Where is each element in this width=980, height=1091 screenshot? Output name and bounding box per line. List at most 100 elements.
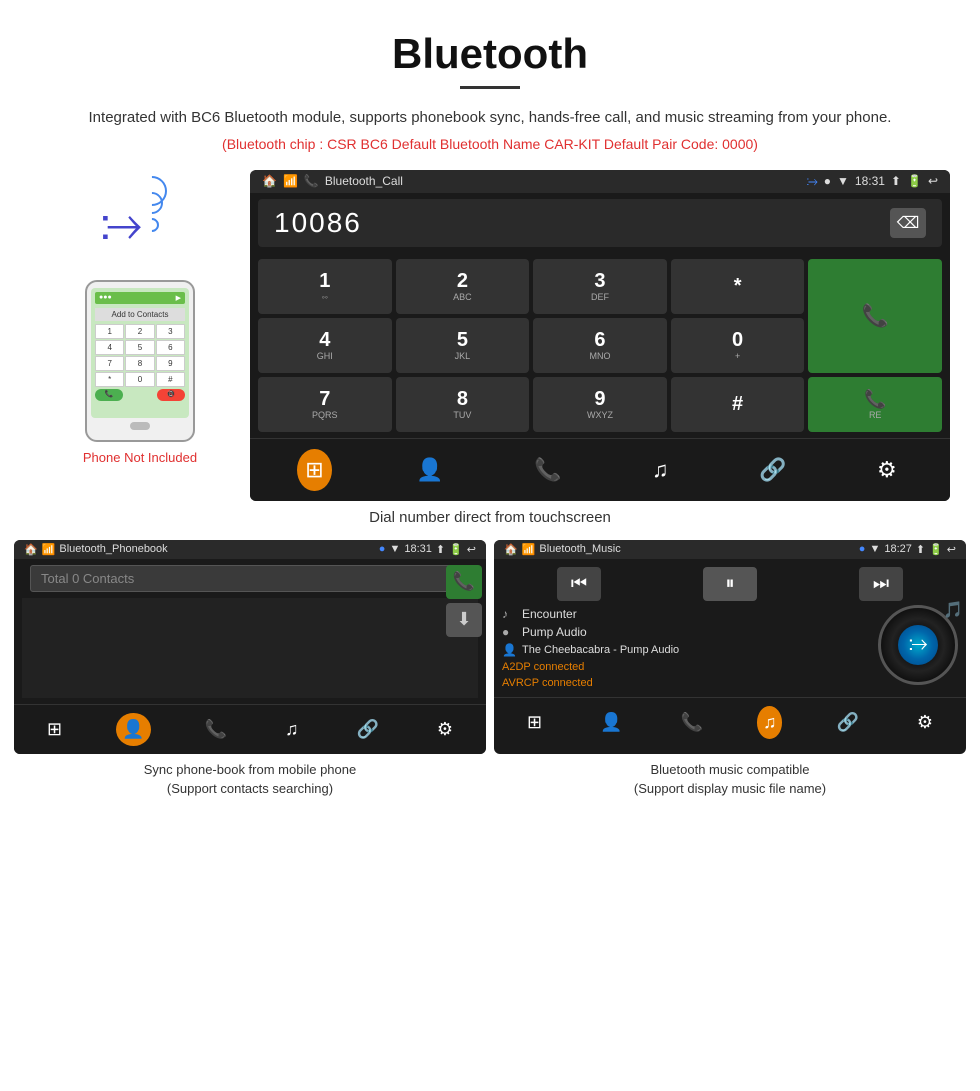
key-4[interactable]: 4GHI <box>258 318 392 373</box>
phone-key-2: 2 <box>125 324 154 339</box>
key-5[interactable]: 5JKL <box>396 318 530 373</box>
phone-dialpad: 1 2 3 4 5 6 7 8 9 * 0 # <box>95 324 185 387</box>
phonebook-settings-icon[interactable]: ⚙ <box>433 715 457 744</box>
music-music-icon[interactable]: ♫ <box>757 706 783 739</box>
next-button[interactable]: ⏭ <box>859 567 903 601</box>
music-statusbar-right: ● ▼ 18:27 ⬆ 🔋 ↩ <box>859 543 956 556</box>
key-hash[interactable]: # <box>671 377 805 432</box>
key-8[interactable]: 8TUV <box>396 377 530 432</box>
phonebook-call-btn[interactable]: 📞 <box>446 565 482 599</box>
music-link-icon[interactable]: 🔗 <box>832 708 862 737</box>
phonebook-statusbar-label: Bluetooth_Phonebook <box>59 543 167 555</box>
dial-statusbar: 🏠 📶 📞 Bluetooth_Call ⧴ ● ▼ 18:31 ⬆ 🔋 ↩ <box>250 170 950 193</box>
music-statusbar-left: 🏠 📶 Bluetooth_Music <box>504 543 621 556</box>
music-icon[interactable]: ♫ <box>646 451 675 489</box>
music-bt-icon: ● <box>859 543 866 555</box>
left-phone-area: ⧴ ●●●▶ Add to Contacts 1 2 3 4 5 <box>30 170 250 465</box>
key-6[interactable]: 6MNO <box>533 318 667 373</box>
phone-key-star: * <box>95 372 124 387</box>
redial-button[interactable]: 📞RE <box>808 377 942 432</box>
key-9[interactable]: 9WXYZ <box>533 377 667 432</box>
music-dialpad-icon[interactable]: ⊞ <box>523 708 546 737</box>
music-expand-icon: ⬆ <box>916 543 925 556</box>
key-1[interactable]: 1◦◦ <box>258 259 392 314</box>
wifi-icon: ▼ <box>837 174 849 188</box>
battery-icon: 🔋 <box>907 174 922 188</box>
music-panel-wrapper: 🏠 📶 Bluetooth_Music ● ▼ 18:27 ⬆ 🔋 ↩ ⏮ ⏸ … <box>494 540 966 799</box>
link-icon[interactable]: 🔗 <box>753 451 792 489</box>
phonebook-link-icon[interactable]: 🔗 <box>352 715 382 744</box>
key-0[interactable]: 0+ <box>671 318 805 373</box>
prev-button[interactable]: ⏮ <box>557 567 601 601</box>
phonebook-call-icon[interactable]: 📞 <box>201 715 231 744</box>
contacts-icon[interactable]: 👤 <box>410 451 449 489</box>
music-contacts-icon[interactable]: 👤 <box>596 708 626 737</box>
music-signal-icon2: ▼ <box>869 543 880 555</box>
music-info-area: ♪ Encounter ● Pump Audio 👤 The Cheebacab… <box>494 605 966 697</box>
music-time: 18:27 <box>884 543 912 555</box>
phone-end-key: 📵 <box>157 389 185 401</box>
call-log-icon[interactable]: 📞 <box>528 451 567 489</box>
phone-key-0: 0 <box>125 372 154 387</box>
phonebook-back-icon: ↩ <box>467 543 476 556</box>
key-3[interactable]: 3DEF <box>533 259 667 314</box>
music-album-icon: ● <box>502 625 516 639</box>
phonebook-signal-icon2: ▼ <box>389 543 400 555</box>
phonebook-statusbar-right: ● ▼ 18:31 ⬆ 🔋 ↩ <box>379 543 476 556</box>
vinyl-record: ⧴ 🎵 <box>878 605 958 685</box>
signal-wave-1 <box>142 215 162 235</box>
phone-key-8: 8 <box>125 356 154 371</box>
statusbar-left: 🏠 📶 📞 Bluetooth_Call <box>262 174 403 188</box>
vinyl-note-icon: 🎵 <box>943 600 963 620</box>
home-icon: 🏠 <box>262 174 277 188</box>
phonebook-statusbar-left: 🏠 📶 Bluetooth_Phonebook <box>24 543 168 556</box>
phone-screen: ●●●▶ Add to Contacts 1 2 3 4 5 6 7 8 9 *… <box>91 288 189 418</box>
bottom-panels: 🏠 📶 Bluetooth_Phonebook ● ▼ 18:31 ⬆ 🔋 ↩ … <box>0 540 980 799</box>
music-artist-name: The Cheebacabra - Pump Audio <box>522 644 679 656</box>
call-button[interactable]: 📞 <box>808 259 942 373</box>
signal-dots-icon: ● <box>824 174 831 188</box>
key-7[interactable]: 7PQRS <box>258 377 392 432</box>
music-panel: 🏠 📶 Bluetooth_Music ● ▼ 18:27 ⬆ 🔋 ↩ ⏮ ⏸ … <box>494 540 966 754</box>
statusbar-time: 18:31 <box>855 174 885 188</box>
phone-key-1: 1 <box>95 324 124 339</box>
backspace-button[interactable]: ⌫ <box>890 208 926 238</box>
phonebook-download-btn[interactable]: ⬇ <box>446 603 482 637</box>
back-icon: ↩ <box>928 174 938 188</box>
phonebook-dialpad-icon[interactable]: ⊞ <box>43 715 66 744</box>
phonebook-time: 18:31 <box>404 543 432 555</box>
phonebook-panel-wrapper: 🏠 📶 Bluetooth_Phonebook ● ▼ 18:31 ⬆ 🔋 ↩ … <box>14 540 486 799</box>
music-signal-icon: 📶 <box>522 543 536 556</box>
music-a2dp-status: A2DP connected <box>502 661 584 673</box>
phone-screen-label: Add to Contacts <box>95 308 185 321</box>
key-2[interactable]: 2ABC <box>396 259 530 314</box>
music-call-icon[interactable]: 📞 <box>677 708 707 737</box>
music-home-icon: 🏠 <box>504 543 518 556</box>
music-settings-icon[interactable]: ⚙ <box>913 708 937 737</box>
music-note-icon: ♪ <box>502 607 516 621</box>
phone-key-5: 5 <box>125 340 154 355</box>
page-title: Bluetooth <box>0 0 980 86</box>
dial-bottombar: ⊞ 👤 📞 ♫ 🔗 ⚙ <box>250 438 950 501</box>
music-statusbar-label: Bluetooth_Music <box>539 543 620 555</box>
music-battery-icon: 🔋 <box>929 543 943 556</box>
music-track-row: ♪ Encounter <box>502 605 878 623</box>
phonebook-search-box[interactable]: Total 0 Contacts <box>30 565 470 592</box>
dial-screen: 🏠 📶 📞 Bluetooth_Call ⧴ ● ▼ 18:31 ⬆ 🔋 ↩ 1… <box>250 170 950 501</box>
phonebook-caption: Sync phone-book from mobile phone(Suppor… <box>14 760 486 799</box>
dial-input-row: 10086 ⌫ <box>258 199 942 247</box>
key-star[interactable]: * <box>671 259 805 314</box>
phone-call-key: 📞 <box>95 389 123 401</box>
phonebook-music-icon[interactable]: ♫ <box>281 715 303 744</box>
dial-icon[interactable]: ⊞ <box>297 449 331 491</box>
dial-number-display: 10086 <box>274 207 362 239</box>
music-avrcp-status: AVRCP connected <box>502 677 593 689</box>
music-album-row: ● Pump Audio <box>502 623 878 641</box>
play-pause-button[interactable]: ⏸ <box>703 567 757 601</box>
music-caption: Bluetooth music compatible(Support displ… <box>494 760 966 799</box>
settings-icon[interactable]: ⚙ <box>871 451 903 489</box>
phonebook-contacts-icon[interactable]: 👤 <box>116 713 150 746</box>
music-controls: ⏮ ⏸ ⏭ <box>494 559 966 605</box>
signal-waves <box>145 202 167 232</box>
phonebook-statusbar: 🏠 📶 Bluetooth_Phonebook ● ▼ 18:31 ⬆ 🔋 ↩ <box>14 540 486 559</box>
